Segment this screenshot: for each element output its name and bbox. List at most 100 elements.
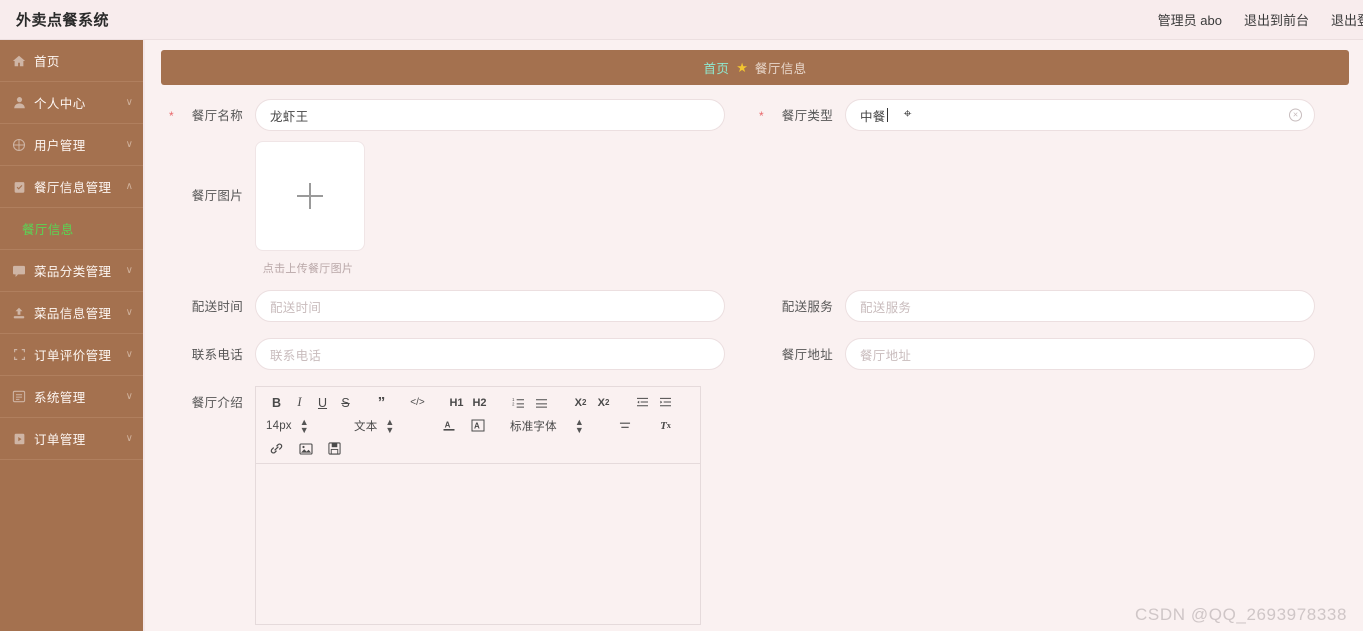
logout-to-frontend-button[interactable]: 退出到前台 bbox=[1244, 10, 1309, 29]
app-header: 外卖点餐系统 管理员 abo 退出到前台 退出登录 bbox=[0, 0, 1363, 40]
underline-icon[interactable]: U bbox=[312, 394, 333, 412]
restaurant-type-label: 餐厅类型 bbox=[755, 99, 833, 133]
image-icon[interactable] bbox=[295, 440, 316, 458]
sidebar-subitem-restaurant-info[interactable]: 餐厅信息 bbox=[0, 208, 143, 250]
sidebar-item-restaurant-info-management[interactable]: 餐厅信息管理 ∧ bbox=[0, 166, 143, 208]
save-icon[interactable] bbox=[324, 440, 345, 458]
heading-1-icon[interactable]: H1 bbox=[446, 394, 467, 412]
indent-icon[interactable] bbox=[655, 394, 676, 412]
sidebar-subitem-label: 餐厅信息 bbox=[22, 223, 74, 237]
sidebar-item-order-management[interactable]: 订单管理 ∨ bbox=[0, 418, 143, 460]
restaurant-type-input[interactable]: 中餐 ⌖ × bbox=[845, 99, 1315, 131]
bold-icon[interactable]: B bbox=[266, 394, 287, 412]
watermark-text: CSDN @QQ_2693978338 bbox=[1135, 605, 1347, 624]
restaurant-name-input[interactable]: 龙虾王 bbox=[255, 99, 725, 131]
field-contact-phone: 联系电话 联系电话 bbox=[165, 338, 755, 372]
outdent-icon[interactable] bbox=[632, 394, 653, 412]
sidebar-item-label: 菜品信息管理 bbox=[34, 307, 112, 321]
code-icon[interactable]: </> bbox=[407, 394, 428, 412]
rich-text-editor[interactable]: B I U S ” </> H1 H2 12 X 2 X 2 14px ▲ ▼ … bbox=[255, 386, 701, 625]
restaurant-address-placeholder: 餐厅地址 bbox=[860, 348, 912, 363]
sidebar-item-dish-info-management[interactable]: 菜品信息管理 ∨ bbox=[0, 292, 143, 334]
font-size-select[interactable]: 14px ▲ ▼ bbox=[266, 417, 328, 435]
sidebar-item-user-management[interactable]: 用户管理 ∨ bbox=[0, 124, 143, 166]
list-box-icon bbox=[10, 388, 28, 406]
sidebar-item-label: 系统管理 bbox=[34, 391, 86, 405]
restaurant-address-label: 餐厅地址 bbox=[781, 348, 833, 362]
link-icon[interactable] bbox=[266, 440, 287, 458]
sidebar-item-label: 订单管理 bbox=[34, 433, 86, 447]
chevron-down-icon: ∨ bbox=[125, 348, 133, 360]
sidebar-item-label: 个人中心 bbox=[34, 97, 86, 111]
align-icon[interactable] bbox=[614, 417, 635, 435]
sidebar-item-order-review-management[interactable]: 订单评价管理 ∨ bbox=[0, 334, 143, 376]
field-restaurant-type: 餐厅类型 中餐 ⌖ × bbox=[755, 99, 1345, 133]
restaurant-address-input[interactable]: 餐厅地址 bbox=[845, 338, 1315, 370]
svg-text:2: 2 bbox=[512, 401, 515, 406]
italic-icon[interactable]: I bbox=[289, 394, 310, 412]
delivery-service-label: 配送服务 bbox=[781, 300, 833, 314]
editor-toolbar-row-3 bbox=[266, 439, 694, 458]
form-row-contact: 联系电话 联系电话 餐厅地址 餐厅地址 bbox=[165, 338, 1345, 372]
chevron-down-icon: ∨ bbox=[125, 306, 133, 318]
sidebar-item-system-management[interactable]: 系统管理 ∨ bbox=[0, 376, 143, 418]
contact-phone-input[interactable]: 联系电话 bbox=[255, 338, 725, 370]
field-delivery-service: 配送服务 配送服务 bbox=[755, 290, 1345, 324]
plus-icon bbox=[297, 183, 323, 209]
contact-phone-placeholder: 联系电话 bbox=[270, 348, 322, 363]
editor-toolbar-row-1: B I U S ” </> H1 H2 12 X 2 X 2 bbox=[266, 393, 694, 412]
restaurant-type-value: 中餐 bbox=[860, 109, 886, 124]
text-style-select[interactable]: 文本 ▲ ▼ bbox=[354, 417, 426, 435]
breadcrumb: 首页 ★ 餐厅信息 bbox=[161, 50, 1349, 85]
chevron-down-icon: ∨ bbox=[125, 432, 133, 444]
breadcrumb-current: 餐厅信息 bbox=[754, 62, 807, 76]
subscript-icon[interactable]: X2 bbox=[570, 394, 591, 412]
restaurant-name-value: 龙虾王 bbox=[270, 109, 309, 124]
comment-icon bbox=[10, 262, 28, 280]
heading-2-icon[interactable]: H2 bbox=[469, 394, 490, 412]
font-family-select[interactable]: 标准字体 ▲ ▼ bbox=[510, 417, 600, 435]
superscript-icon[interactable]: X2 bbox=[593, 394, 614, 412]
sidebar-item-home[interactable]: 首页 bbox=[0, 40, 143, 82]
image-upload-hint: 点击上传餐厅图片 bbox=[262, 263, 354, 275]
text-cursor-icon: ⌖ bbox=[903, 107, 912, 122]
ordered-list-icon[interactable]: 12 bbox=[508, 394, 529, 412]
strikethrough-icon[interactable]: S bbox=[335, 394, 356, 412]
font-color-icon[interactable]: A bbox=[438, 417, 459, 435]
sidebar-item-label: 菜品分类管理 bbox=[34, 265, 112, 279]
text-caret bbox=[886, 108, 888, 122]
app-root: 外卖点餐系统 管理员 abo 退出到前台 退出登录 首页 个人中心 ∨ 用户管理 bbox=[0, 0, 1363, 631]
breadcrumb-home-link[interactable]: 首页 bbox=[703, 58, 729, 77]
form-row-introduction: 餐厅介绍 B I U S ” </> H1 H2 1 2 X 2 X 2 14p… bbox=[165, 386, 1345, 625]
clear-format-icon[interactable]: Tx bbox=[655, 417, 676, 435]
user-icon bbox=[10, 94, 28, 112]
blockquote-icon[interactable]: ” bbox=[371, 394, 392, 412]
delivery-service-input[interactable]: 配送服务 bbox=[845, 290, 1315, 322]
chevron-down-icon: ∨ bbox=[125, 390, 133, 402]
home-icon bbox=[10, 52, 28, 70]
upload-box-icon bbox=[10, 304, 28, 322]
editor-toolbar-row-2: 14px ▲ ▼ 文本 ▲ ▼ A A 标准字体 ▲ ▼ T x bbox=[266, 416, 694, 435]
contact-phone-label: 联系电话 bbox=[191, 348, 243, 362]
sidebar-item-dish-category-management[interactable]: 菜品分类管理 ∨ bbox=[0, 250, 143, 292]
field-restaurant-image: 餐厅图片 点击上传餐厅图片 bbox=[165, 141, 755, 276]
restaurant-introduction-label: 餐厅介绍 bbox=[191, 396, 243, 410]
logout-button[interactable]: 退出登录 bbox=[1331, 10, 1363, 29]
star-icon: ★ bbox=[736, 60, 748, 75]
delivery-time-label: 配送时间 bbox=[191, 300, 243, 314]
sidebar[interactable]: 首页 个人中心 ∨ 用户管理 ∨ 餐厅信息管理 ∧ 餐厅信息 菜品分类管理 ∨ … bbox=[0, 40, 145, 631]
form-row-name-type: 餐厅名称 龙虾王 餐厅类型 中餐 ⌖ × bbox=[165, 99, 1345, 133]
unordered-list-icon[interactable] bbox=[531, 394, 552, 412]
chevron-updown-icon: ▲ ▼ bbox=[385, 416, 395, 435]
delivery-time-input[interactable]: 配送时间 bbox=[255, 290, 725, 322]
editor-content-area[interactable] bbox=[256, 464, 700, 624]
clear-icon[interactable]: × bbox=[1289, 108, 1302, 122]
sidebar-item-label: 订单评价管理 bbox=[34, 349, 112, 363]
restaurant-name-label: 餐厅名称 bbox=[165, 99, 243, 133]
font-size-value: 14px bbox=[266, 419, 292, 432]
chevron-up-icon: ∧ bbox=[125, 180, 133, 192]
background-color-icon[interactable]: A bbox=[467, 417, 488, 435]
image-upload-button[interactable] bbox=[255, 141, 365, 251]
sidebar-item-personal-center[interactable]: 个人中心 ∨ bbox=[0, 82, 143, 124]
chevron-updown-icon: ▲ ▼ bbox=[299, 416, 309, 435]
